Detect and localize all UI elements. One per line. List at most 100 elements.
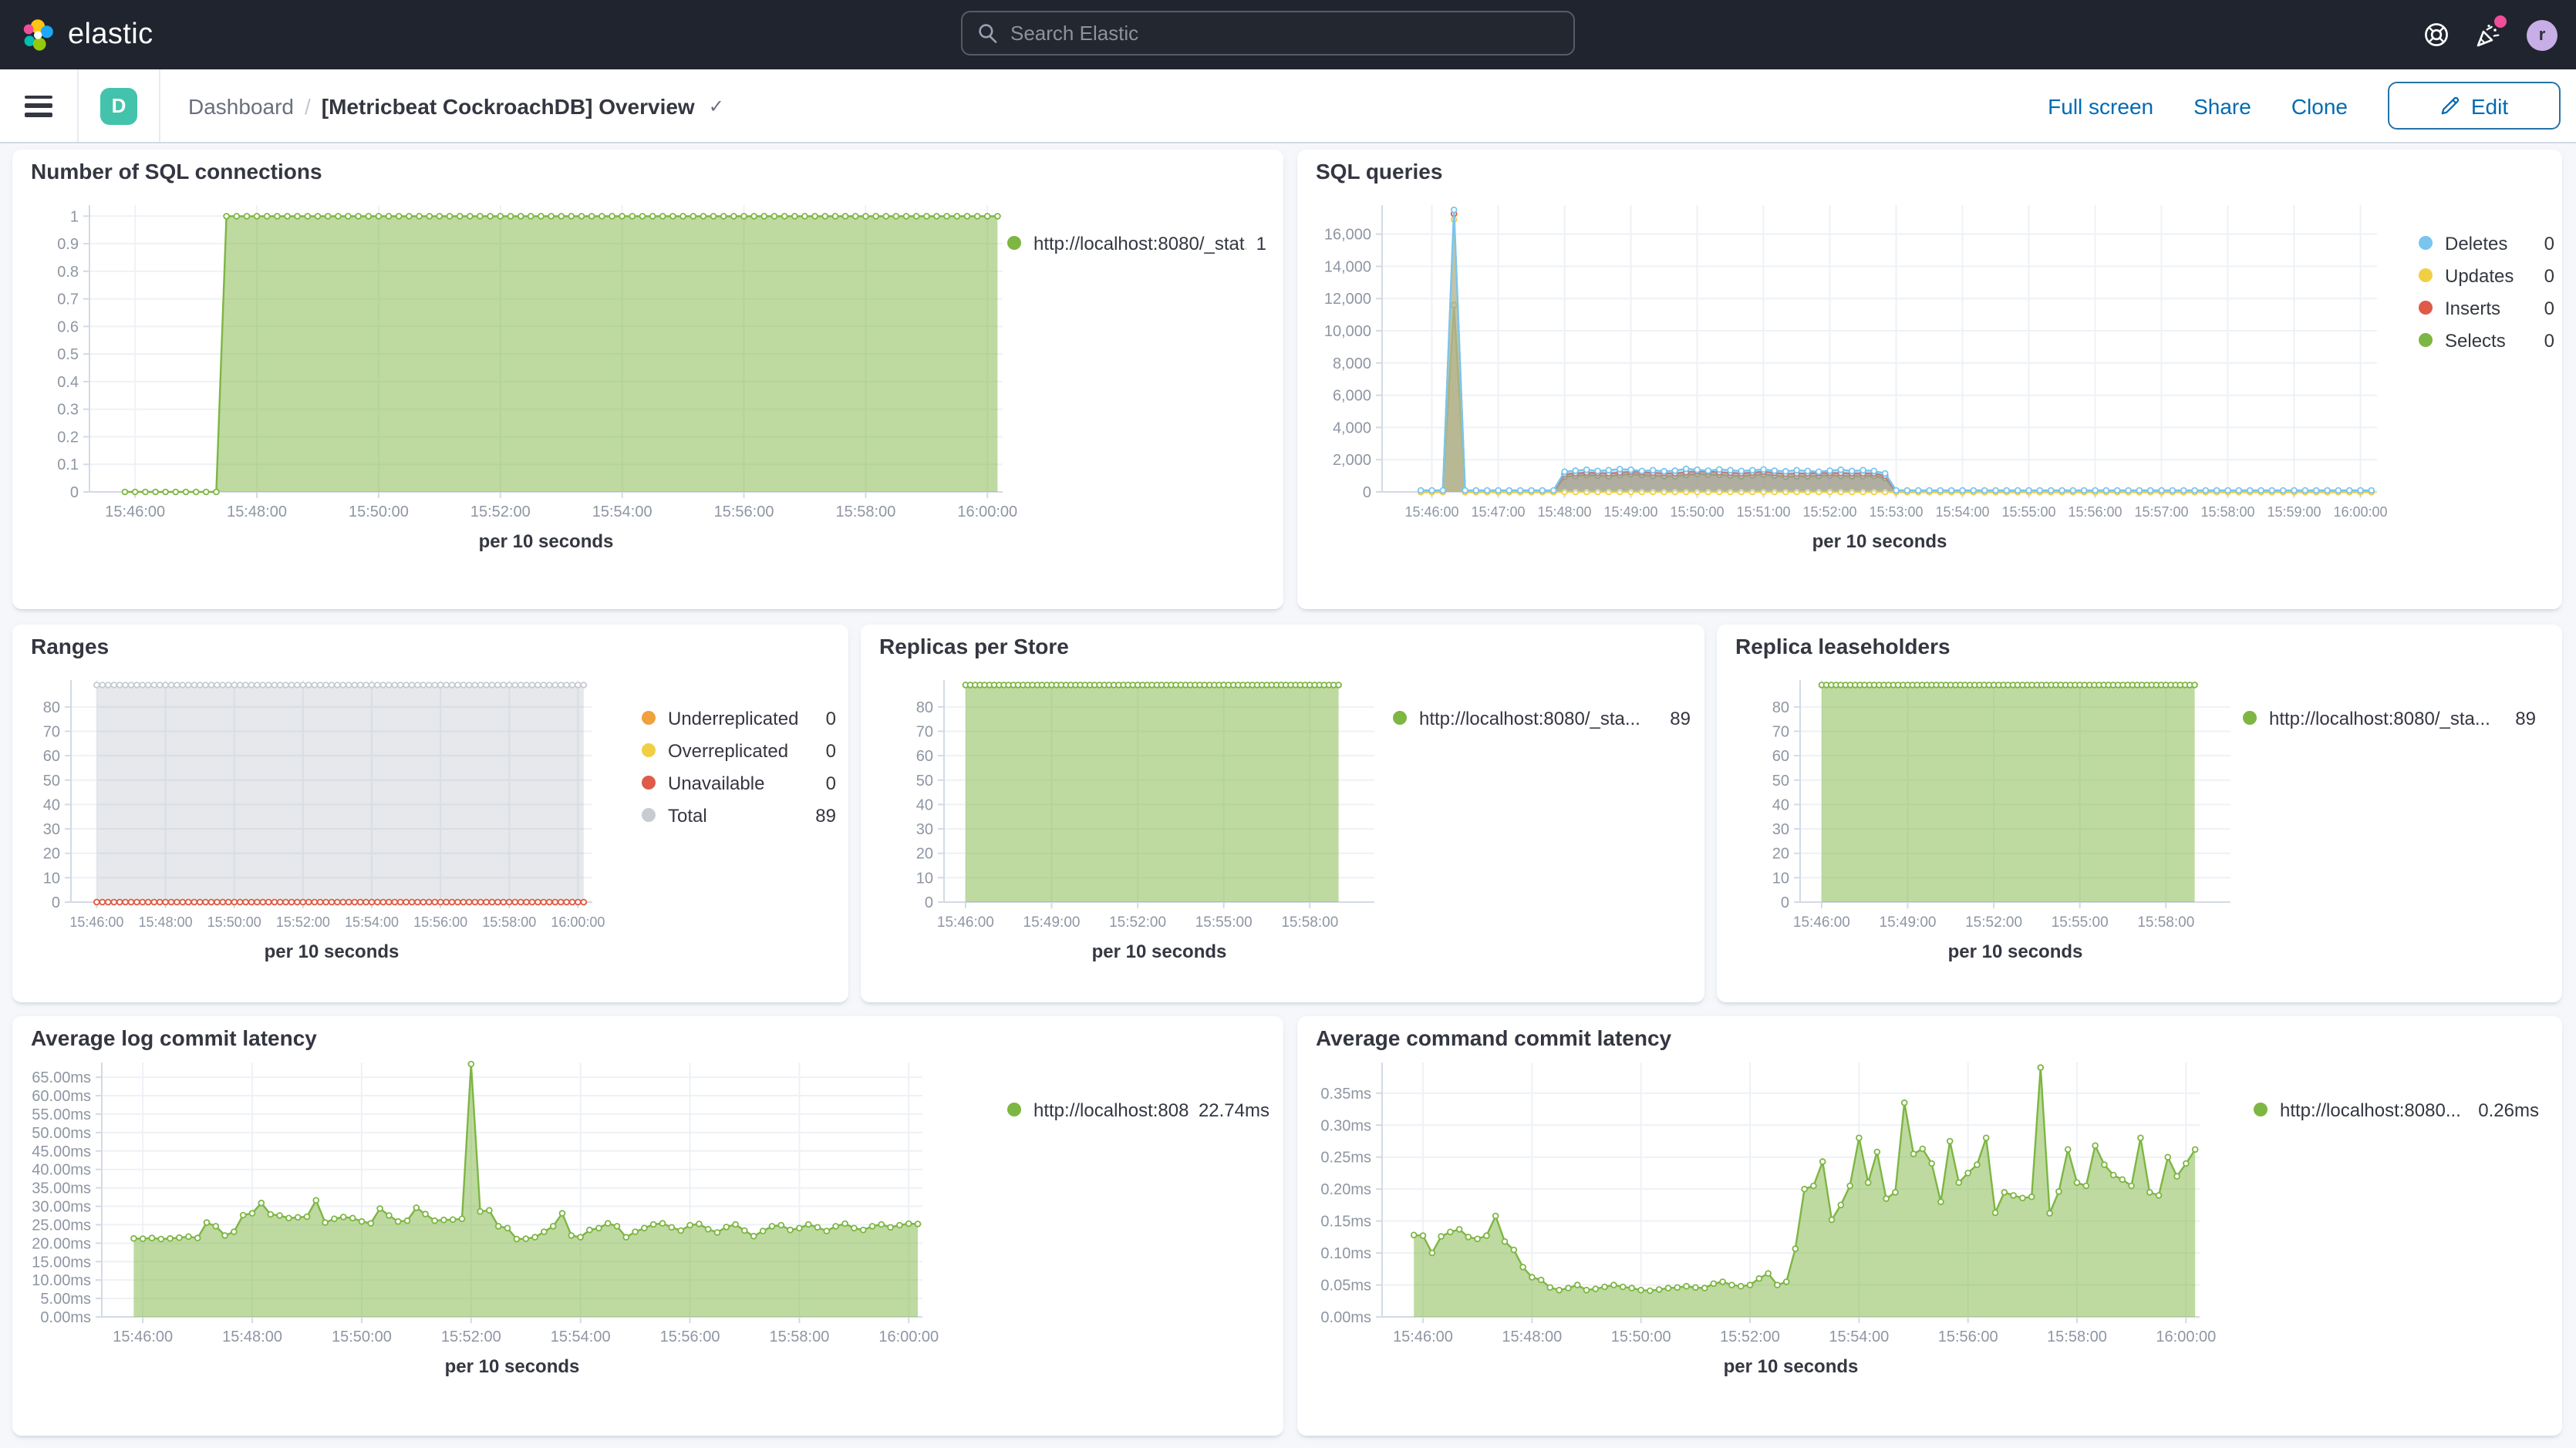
svg-text:16:00:00: 16:00:00 (551, 914, 605, 930)
svg-text:15:59:00: 15:59:00 (2267, 504, 2321, 520)
news-icon[interactable] (2474, 21, 2502, 49)
badge-letter: D (112, 94, 126, 117)
legend-label: Selects (2445, 329, 2535, 351)
pencil-icon (2440, 96, 2460, 116)
svg-text:0.20ms: 0.20ms (1320, 1181, 1371, 1198)
chart-legend: Deletes0Updates0Inserts0Selects0 (2419, 227, 2554, 356)
legend-item[interactable]: http://localhost:8080/_sta...89 (1393, 702, 1691, 734)
svg-text:0.25ms: 0.25ms (1320, 1150, 1371, 1167)
svg-text:10: 10 (916, 870, 933, 887)
panel-title[interactable]: Average command commit latency (1316, 1025, 1671, 1050)
svg-text:60: 60 (1772, 748, 1789, 765)
svg-text:60: 60 (43, 748, 60, 765)
svg-text:70: 70 (1772, 723, 1789, 740)
panel-title[interactable]: Replicas per Store (879, 634, 1069, 658)
panel-avg-log-commit-latency: Average log commit latency 0.00ms5.00ms1… (12, 1016, 1283, 1436)
svg-text:15:57:00: 15:57:00 (2134, 504, 2188, 520)
svg-text:15:50:00: 15:50:00 (1611, 1328, 1671, 1345)
svg-text:0.1: 0.1 (57, 456, 79, 473)
svg-text:10: 10 (43, 870, 60, 887)
legend-value: 0.26ms (2478, 1099, 2539, 1120)
svg-text:80: 80 (1772, 699, 1789, 716)
svg-text:per 10 seconds: per 10 seconds (1092, 941, 1227, 962)
chart-canvas[interactable]: 0.00ms5.00ms10.00ms15.00ms20.00ms25.00ms… (12, 1016, 1283, 1436)
legend-swatch-icon (642, 711, 656, 725)
legend-item[interactable]: Inserts0 (2419, 291, 2554, 324)
legend-item[interactable]: Overreplicated0 (642, 734, 836, 766)
svg-text:0.05ms: 0.05ms (1320, 1278, 1371, 1295)
legend-value: 89 (815, 804, 836, 826)
clone-button[interactable]: Clone (2291, 93, 2348, 118)
legend-item[interactable]: http://localhost:8080... 0.26ms (2254, 1093, 2539, 1126)
legend-value: 22.74ms (1199, 1099, 1269, 1120)
svg-text:15:58:00: 15:58:00 (482, 914, 536, 930)
svg-text:15:56:00: 15:56:00 (413, 914, 467, 930)
breadcrumb-separator: / (305, 93, 311, 118)
chart-canvas[interactable]: 0102030405060708015:46:0015:49:0015:52:0… (1717, 625, 2562, 1002)
svg-text:65.00ms: 65.00ms (32, 1069, 91, 1086)
panel-title[interactable]: Average log commit latency (31, 1025, 317, 1050)
full-screen-button[interactable]: Full screen (2048, 93, 2153, 118)
chart-legend: http://localhost:8080... 0.26ms (2254, 1093, 2539, 1126)
legend-item[interactable]: Deletes0 (2419, 227, 2554, 259)
check-icon[interactable]: ✓ (709, 95, 724, 116)
elastic-logo[interactable]: elastic (22, 18, 153, 52)
menu-icon[interactable] (25, 95, 52, 116)
svg-text:40: 40 (43, 796, 60, 813)
chart-canvas[interactable]: 0102030405060708015:46:0015:49:0015:52:0… (861, 625, 1704, 1002)
share-button[interactable]: Share (2193, 93, 2251, 118)
svg-text:0.00ms: 0.00ms (1320, 1309, 1371, 1326)
page-title: [Metricbeat CockroachDB] Overview (322, 93, 695, 118)
legend-item[interactable]: http://localhost:808...22.74ms (1007, 1093, 1269, 1126)
panel-title[interactable]: Number of SQL connections (31, 159, 322, 184)
svg-text:0.3: 0.3 (57, 402, 79, 419)
panel-title[interactable]: Replica leaseholders (1735, 634, 1951, 658)
user-avatar[interactable]: r (2527, 19, 2557, 50)
legend-label: http://localhost:8080... (2280, 1099, 2469, 1120)
panel-title[interactable]: Ranges (31, 634, 109, 658)
svg-text:15:46:00: 15:46:00 (113, 1328, 173, 1345)
legend-item[interactable]: Total89 (642, 799, 836, 831)
legend-value: 0 (826, 739, 836, 761)
legend-item[interactable]: http://localhost:8080/_sta...89 (2243, 702, 2536, 734)
legend-swatch-icon (2419, 236, 2433, 250)
svg-text:15:54:00: 15:54:00 (1829, 1328, 1889, 1345)
edit-button[interactable]: Edit (2388, 82, 2561, 130)
help-icon[interactable] (2422, 21, 2450, 49)
svg-text:15:48:00: 15:48:00 (227, 503, 287, 520)
svg-text:per 10 seconds: per 10 seconds (265, 941, 400, 962)
legend-item[interactable]: Unavailable0 (642, 766, 836, 799)
chart-canvas[interactable]: 00.10.20.30.40.50.60.70.80.9115:46:0015:… (12, 150, 1283, 609)
svg-text:45.00ms: 45.00ms (32, 1143, 91, 1160)
svg-text:10: 10 (1772, 870, 1789, 887)
search-input[interactable]: Search Elastic (961, 11, 1575, 56)
legend-item[interactable]: Updates0 (2419, 259, 2554, 291)
dashboard-badge[interactable]: D (100, 87, 137, 124)
chart-legend: http://localhost:8080/_sta...89 (2243, 702, 2536, 734)
breadcrumb-dashboard[interactable]: Dashboard (188, 93, 294, 118)
panel-title[interactable]: SQL queries (1316, 159, 1442, 184)
svg-text:20: 20 (916, 846, 933, 863)
chart-canvas[interactable]: 0.00ms0.05ms0.10ms0.15ms0.20ms0.25ms0.30… (1297, 1016, 2562, 1436)
legend-item[interactable]: http://localhost:8080/_stat...1 (1007, 227, 1266, 259)
svg-text:15:49:00: 15:49:00 (1603, 504, 1657, 520)
svg-text:15:52:00: 15:52:00 (1965, 914, 2022, 931)
svg-text:30.00ms: 30.00ms (32, 1199, 91, 1216)
svg-text:30: 30 (43, 821, 60, 838)
legend-label: Underreplicated (668, 707, 817, 729)
svg-text:15:48:00: 15:48:00 (139, 914, 193, 930)
svg-text:15:46:00: 15:46:00 (69, 914, 123, 930)
svg-text:15:52:00: 15:52:00 (1720, 1328, 1780, 1345)
svg-text:16,000: 16,000 (1324, 227, 1371, 244)
svg-text:14,000: 14,000 (1324, 258, 1371, 275)
svg-text:55.00ms: 55.00ms (32, 1106, 91, 1123)
legend-label: http://localhost:8080/_stat... (1033, 232, 1247, 254)
legend-swatch-icon (1393, 711, 1407, 725)
legend-value: 0 (2544, 297, 2554, 318)
legend-item[interactable]: Selects0 (2419, 324, 2554, 356)
chart-canvas[interactable]: 02,0004,0006,0008,00010,00012,00014,0001… (1297, 150, 2562, 609)
legend-item[interactable]: Underreplicated0 (642, 702, 836, 734)
svg-text:15:50:00: 15:50:00 (1670, 504, 1724, 520)
svg-text:8,000: 8,000 (1333, 355, 1371, 372)
svg-text:0.9: 0.9 (57, 236, 79, 253)
